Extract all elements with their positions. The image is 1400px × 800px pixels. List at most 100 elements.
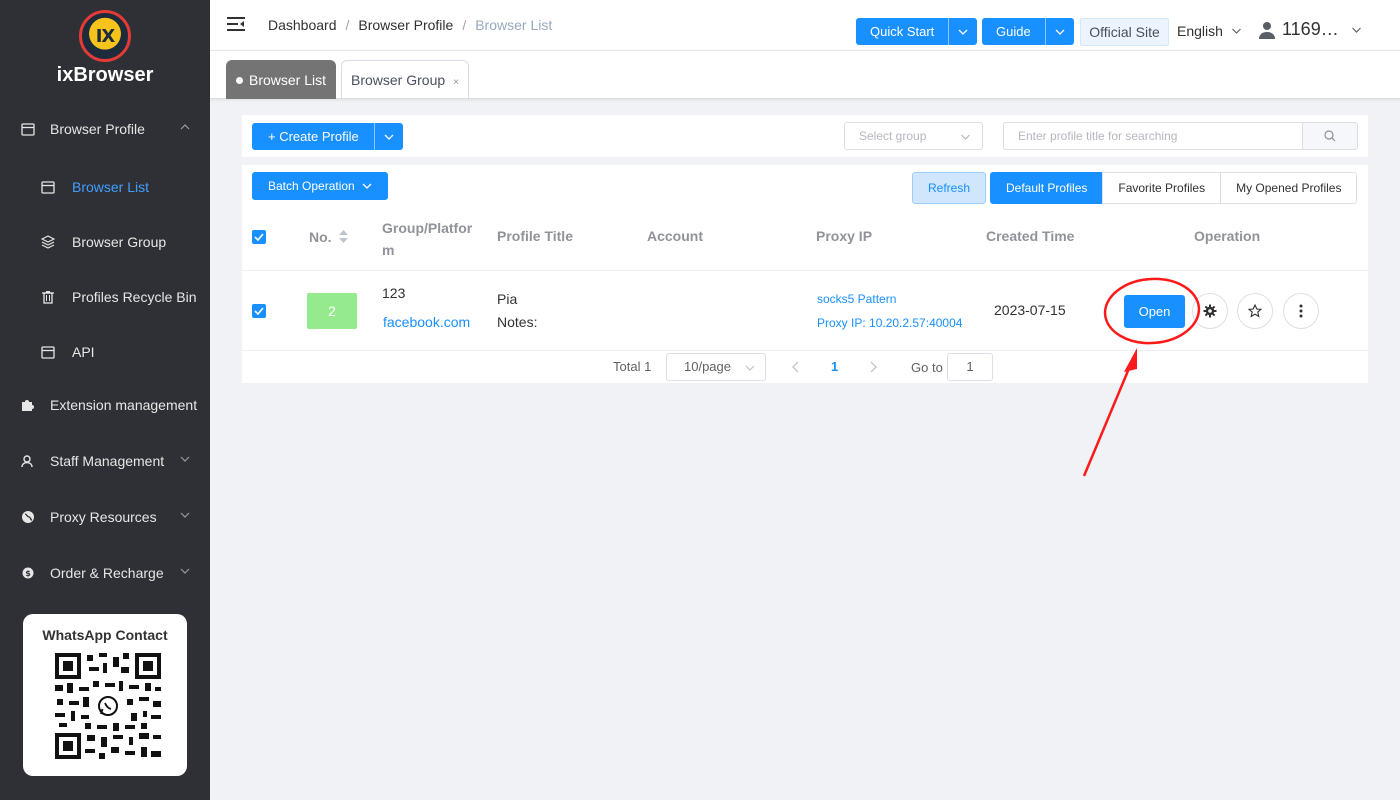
profile-notes: Notes: <box>497 314 538 330</box>
sidebar-item-label: Extension management <box>50 397 198 413</box>
row-checkbox[interactable] <box>252 304 266 318</box>
app-logo[interactable]: IX ixBrowser <box>0 10 210 87</box>
sidebar-item-label: Staff Management <box>50 453 165 469</box>
profiles-table-card: Batch Operation Refresh Default Profiles… <box>242 165 1368 383</box>
gear-icon <box>1203 304 1217 318</box>
create-profile-button[interactable]: + Create Profile <box>252 123 403 150</box>
staff-icon <box>20 453 36 469</box>
user-menu[interactable]: 1169… <box>1258 19 1362 40</box>
tab-browser-group[interactable]: Browser Group × <box>341 60 469 99</box>
language-selector[interactable]: English <box>1177 23 1242 39</box>
goto-page-input[interactable]: 1 <box>947 353 993 381</box>
profile-filter-tabs: Default Profiles Favorite Profiles My Op… <box>990 172 1358 204</box>
svg-text:$: $ <box>25 569 31 578</box>
column-header-created-time: Created Time <box>986 228 1075 244</box>
sidebar-item-browser-profile[interactable]: Browser Profile <box>0 109 210 149</box>
sidebar-item-order-recharge[interactable]: $ Order & Recharge <box>0 553 210 593</box>
sidebar-item-extension-management[interactable]: Extension management <box>0 385 210 425</box>
proxy-type-link[interactable]: socks5 Pattern <box>817 292 896 306</box>
search-input[interactable] <box>1004 123 1302 149</box>
breadcrumb-dashboard[interactable]: Dashboard <box>268 17 337 33</box>
chevron-up-icon <box>180 124 190 130</box>
check-icon <box>254 233 264 241</box>
chevron-down-icon[interactable] <box>375 123 403 150</box>
pagination-total: Total 1 <box>613 359 652 374</box>
sidebar-item-proxy-resources[interactable]: Proxy Resources <box>0 497 210 537</box>
quick-start-button[interactable]: Quick Start <box>856 18 978 45</box>
calendar-icon <box>40 179 56 195</box>
favorite-button[interactable] <box>1237 293 1273 329</box>
chevron-down-icon <box>961 134 970 140</box>
more-vertical-icon <box>1299 304 1303 318</box>
chevron-down-icon <box>1231 28 1241 34</box>
sidebar-item-label: Browser List <box>72 179 150 195</box>
active-dot-icon <box>236 77 243 84</box>
batch-operation-button[interactable]: Batch Operation <box>252 172 388 200</box>
filter-favorite-profiles[interactable]: Favorite Profiles <box>1102 172 1222 204</box>
calendar-icon <box>40 344 56 360</box>
menu-collapse-icon[interactable] <box>227 16 245 32</box>
coin-icon: $ <box>20 565 36 581</box>
official-site-button[interactable]: Official Site <box>1080 18 1169 46</box>
select-all-checkbox[interactable] <box>252 230 266 244</box>
top-header: Dashboard / Browser Profile / Browser Li… <box>210 0 1400 51</box>
search-box <box>1003 122 1358 150</box>
column-header-profile-title: Profile Title <box>497 228 573 244</box>
chevron-down-icon <box>180 512 190 518</box>
layers-icon <box>40 234 56 250</box>
sidebar-item-profiles-recycle-bin[interactable]: Profiles Recycle Bin <box>0 277 210 317</box>
more-actions-button[interactable] <box>1283 293 1319 329</box>
chevron-down-icon <box>745 365 755 371</box>
chevron-down-icon[interactable] <box>949 18 977 45</box>
prev-page-icon[interactable] <box>791 361 801 373</box>
trash-icon <box>40 289 56 305</box>
check-icon <box>254 307 264 315</box>
breadcrumb-browser-profile[interactable]: Browser Profile <box>358 17 453 33</box>
filter-default-profiles[interactable]: Default Profiles <box>990 172 1104 204</box>
column-header-operation: Operation <box>1194 228 1261 244</box>
profile-number-badge: 2 <box>307 293 357 329</box>
open-profile-button[interactable]: Open <box>1124 295 1185 328</box>
column-header-group-platform: Group/Platfor m <box>382 220 473 258</box>
chevron-down-icon[interactable] <box>1046 18 1074 45</box>
sidebar-item-browser-group[interactable]: Browser Group <box>0 222 210 262</box>
toolbar-card: + Create Profile Select group <box>242 115 1368 157</box>
refresh-button[interactable]: Refresh <box>912 172 986 204</box>
sidebar-item-browser-list[interactable]: Browser List <box>0 167 210 207</box>
breadcrumb-browser-list: Browser List <box>475 17 553 33</box>
sidebar-item-label: Proxy Resources <box>50 509 157 525</box>
sidebar-item-api[interactable]: API <box>0 332 210 372</box>
user-icon <box>1259 21 1275 39</box>
whatsapp-contact-card: WhatsApp Contact <box>23 614 187 776</box>
tab-browser-list[interactable]: Browser List <box>226 60 337 99</box>
next-page-icon[interactable] <box>868 361 878 373</box>
select-group-dropdown[interactable]: Select group <box>844 122 983 150</box>
chevron-down-icon <box>180 568 190 574</box>
breadcrumb: Dashboard / Browser Profile / Browser Li… <box>268 17 553 33</box>
column-header-no[interactable]: No. <box>309 229 349 245</box>
settings-button[interactable] <box>1192 293 1228 329</box>
whatsapp-title: WhatsApp Contact <box>42 627 168 643</box>
close-icon[interactable]: × <box>453 77 459 88</box>
sidebar-item-label: Browser Profile <box>50 121 145 137</box>
proxy-ip-link[interactable]: Proxy IP: 10.20.2.57:40004 <box>817 316 962 330</box>
puzzle-icon <box>20 397 36 413</box>
app-name: ixBrowser <box>56 64 154 86</box>
goto-label: Go to <box>911 360 943 375</box>
search-icon <box>1324 130 1336 142</box>
profile-title: Pia <box>497 291 518 307</box>
page-size-select[interactable]: 10/page <box>666 353 766 381</box>
profile-platform-link[interactable]: facebook.com <box>383 314 470 330</box>
sort-icon[interactable] <box>339 230 349 243</box>
chevron-down-icon <box>180 456 190 462</box>
sidebar-item-label: API <box>72 344 95 360</box>
sidebar-item-staff-management[interactable]: Staff Management <box>0 441 210 481</box>
filter-my-opened-profiles[interactable]: My Opened Profiles <box>1220 172 1358 204</box>
sidebar-item-label: Profiles Recycle Bin <box>72 289 197 305</box>
chevron-down-icon <box>1351 27 1361 33</box>
current-page[interactable]: 1 <box>831 359 838 374</box>
guide-button[interactable]: Guide <box>982 18 1074 45</box>
logo-badge-icon: IX <box>79 10 131 62</box>
plus-icon: + <box>268 129 280 144</box>
search-button[interactable] <box>1302 123 1357 149</box>
